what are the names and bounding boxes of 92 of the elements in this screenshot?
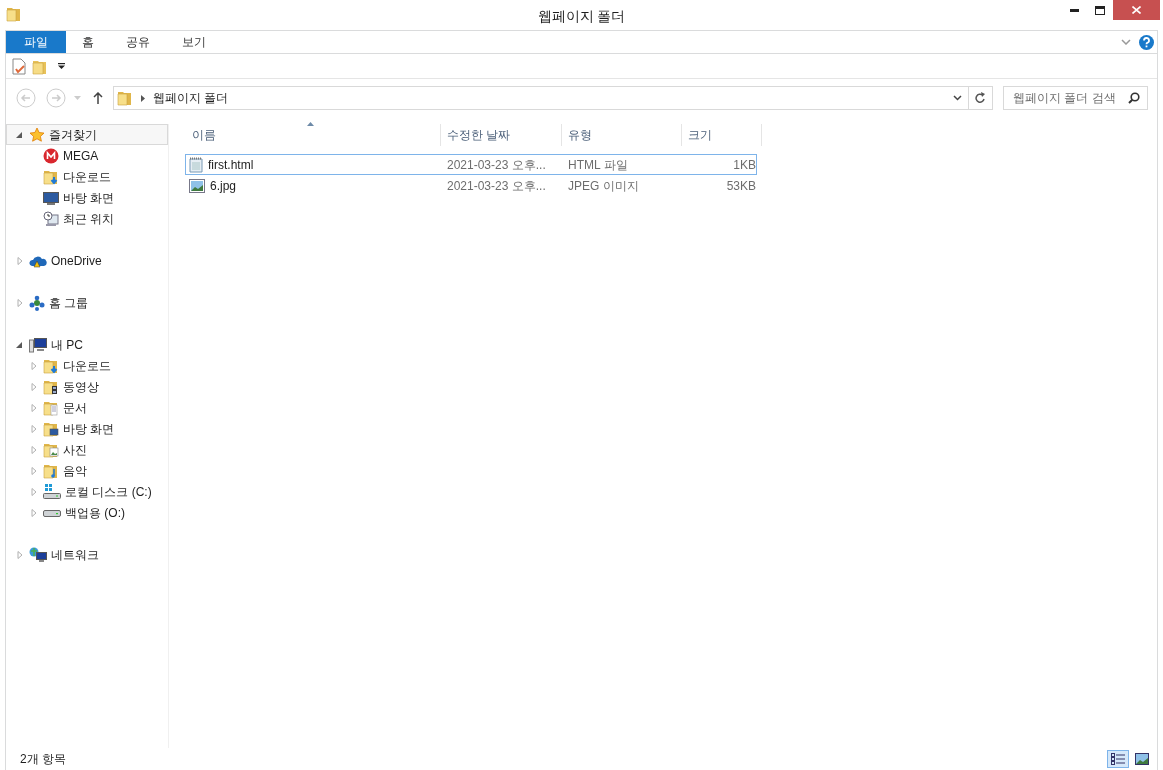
network-icon bbox=[29, 546, 47, 563]
file-row[interactable]: 6.jpg 2021-03-23 오후... JPEG 이미지 53KB bbox=[185, 175, 757, 196]
navigation-item[interactable]: 문서 bbox=[6, 397, 168, 418]
minimize-icon bbox=[1069, 8, 1079, 12]
customize-toolbar-icon[interactable] bbox=[58, 63, 65, 69]
navigation-item[interactable]: OneDrive bbox=[6, 250, 168, 271]
help-icon[interactable] bbox=[1139, 34, 1154, 50]
back-icon[interactable] bbox=[16, 88, 36, 108]
navigation-item[interactable]: 사진 bbox=[6, 439, 168, 460]
details-view-button[interactable] bbox=[1107, 750, 1129, 768]
file-name: first.html bbox=[208, 156, 254, 174]
details-view-icon bbox=[1111, 753, 1125, 765]
large-icons-view-icon bbox=[1135, 753, 1149, 765]
collapsed-arrow-icon[interactable] bbox=[29, 445, 39, 454]
collapsed-arrow-icon[interactable] bbox=[15, 256, 25, 265]
collapsed-arrow-icon[interactable] bbox=[29, 361, 39, 370]
collapsed-arrow-icon[interactable] bbox=[29, 424, 39, 433]
ribbon-tab[interactable]: 공유 bbox=[110, 31, 166, 53]
navigation-item[interactable]: 바탕 화면 bbox=[6, 187, 168, 208]
column-header[interactable]: 이름 bbox=[186, 124, 441, 146]
collapsed-arrow-icon[interactable] bbox=[15, 550, 25, 559]
breadcrumb-arrow-icon bbox=[141, 94, 145, 102]
address-bar[interactable]: 웹페이지 폴더 bbox=[113, 86, 993, 110]
column-header[interactable]: 수정한 날짜 bbox=[441, 124, 562, 146]
ribbon-tab[interactable]: 파일 bbox=[6, 31, 66, 53]
star-icon bbox=[29, 126, 45, 143]
navigation-item[interactable]: 다운로드 bbox=[6, 166, 168, 187]
picture-folder-icon bbox=[43, 441, 59, 458]
download-folder-icon bbox=[43, 168, 59, 185]
system-drive-icon bbox=[43, 483, 61, 500]
search-icon bbox=[1128, 92, 1140, 104]
ribbon-tab[interactable]: 홈 bbox=[66, 31, 110, 53]
chevron-down-icon[interactable] bbox=[1121, 39, 1131, 45]
address-path[interactable]: 웹페이지 폴더 bbox=[153, 89, 229, 107]
up-arrow-icon[interactable] bbox=[93, 92, 103, 104]
modified-date: 2021-03-23 오후... bbox=[446, 177, 547, 195]
collapsed-arrow-icon[interactable] bbox=[29, 403, 39, 412]
recent-locations-icon[interactable] bbox=[74, 96, 81, 100]
search-field[interactable]: 웹페이지 폴더 검색 bbox=[1003, 86, 1148, 110]
file-size: 53KB bbox=[725, 177, 756, 195]
column-header[interactable]: 크기 bbox=[682, 124, 762, 146]
monitor-icon bbox=[43, 190, 59, 205]
collapsed-arrow-icon[interactable] bbox=[29, 508, 39, 517]
collapsed-arrow-icon[interactable] bbox=[29, 466, 39, 475]
forward-icon[interactable] bbox=[46, 88, 66, 108]
navigation-item[interactable]: MEGA bbox=[6, 145, 168, 166]
sort-arrow-icon bbox=[307, 122, 314, 126]
collapsed-arrow-icon[interactable] bbox=[29, 382, 39, 391]
maximize-icon bbox=[1095, 5, 1105, 15]
refresh-icon bbox=[975, 92, 986, 104]
video-folder-icon bbox=[43, 378, 59, 395]
desktop-folder-icon bbox=[43, 420, 59, 437]
music-folder-icon bbox=[43, 462, 59, 479]
navigation-item[interactable]: 바탕 화면 bbox=[6, 418, 168, 439]
file-type: JPEG 이미지 bbox=[567, 177, 640, 195]
ribbon-tab[interactable]: 보기 bbox=[166, 31, 222, 53]
collapsed-arrow-icon[interactable] bbox=[15, 298, 25, 307]
collapsed-arrow-icon[interactable] bbox=[29, 487, 39, 496]
computer-icon bbox=[29, 336, 47, 353]
modified-date: 2021-03-23 오후... bbox=[446, 156, 547, 174]
mega-logo-icon bbox=[43, 147, 59, 164]
navigation-item[interactable]: 홈 그룹 bbox=[6, 292, 168, 313]
homegroup-icon bbox=[29, 294, 45, 311]
navigation-item[interactable]: 동영상 bbox=[6, 376, 168, 397]
navigation-item[interactable]: 백업용 (O:) bbox=[6, 502, 168, 523]
file-row[interactable]: first.html 2021-03-23 오후... HTML 파일 1KB bbox=[185, 154, 757, 175]
file-size: 1KB bbox=[732, 156, 756, 174]
text-document-icon bbox=[189, 156, 203, 173]
navigation-item[interactable]: 네트워크 bbox=[6, 544, 168, 565]
column-header[interactable]: 유형 bbox=[562, 124, 682, 146]
navigation-item[interactable]: 내 PC bbox=[6, 334, 168, 355]
download-folder-icon bbox=[43, 357, 59, 374]
navigation-item[interactable]: 로컬 디스크 (C:) bbox=[6, 481, 168, 502]
file-name: 6.jpg bbox=[210, 177, 237, 195]
drive-icon bbox=[43, 507, 61, 518]
navigation-item[interactable]: 즐겨찾기 bbox=[6, 124, 168, 145]
window-title: 웹페이지 폴더 bbox=[536, 7, 627, 26]
navigation-item[interactable]: 음악 bbox=[6, 460, 168, 481]
folder-icon bbox=[117, 90, 133, 106]
navigation-item[interactable]: 최근 위치 bbox=[6, 208, 168, 229]
expanded-arrow-icon[interactable] bbox=[15, 130, 25, 139]
file-type: HTML 파일 bbox=[567, 156, 629, 174]
expanded-arrow-icon[interactable] bbox=[15, 340, 25, 349]
folder-icon bbox=[6, 6, 22, 22]
recent-places-icon bbox=[43, 210, 59, 227]
properties-icon[interactable] bbox=[11, 57, 27, 75]
address-dropdown-icon[interactable] bbox=[953, 95, 962, 101]
close-icon bbox=[1132, 6, 1141, 14]
image-file-icon bbox=[189, 178, 205, 193]
navigation-item[interactable]: 다운로드 bbox=[6, 355, 168, 376]
item-count: 2개 항목 bbox=[20, 751, 66, 768]
document-folder-icon bbox=[43, 399, 59, 416]
